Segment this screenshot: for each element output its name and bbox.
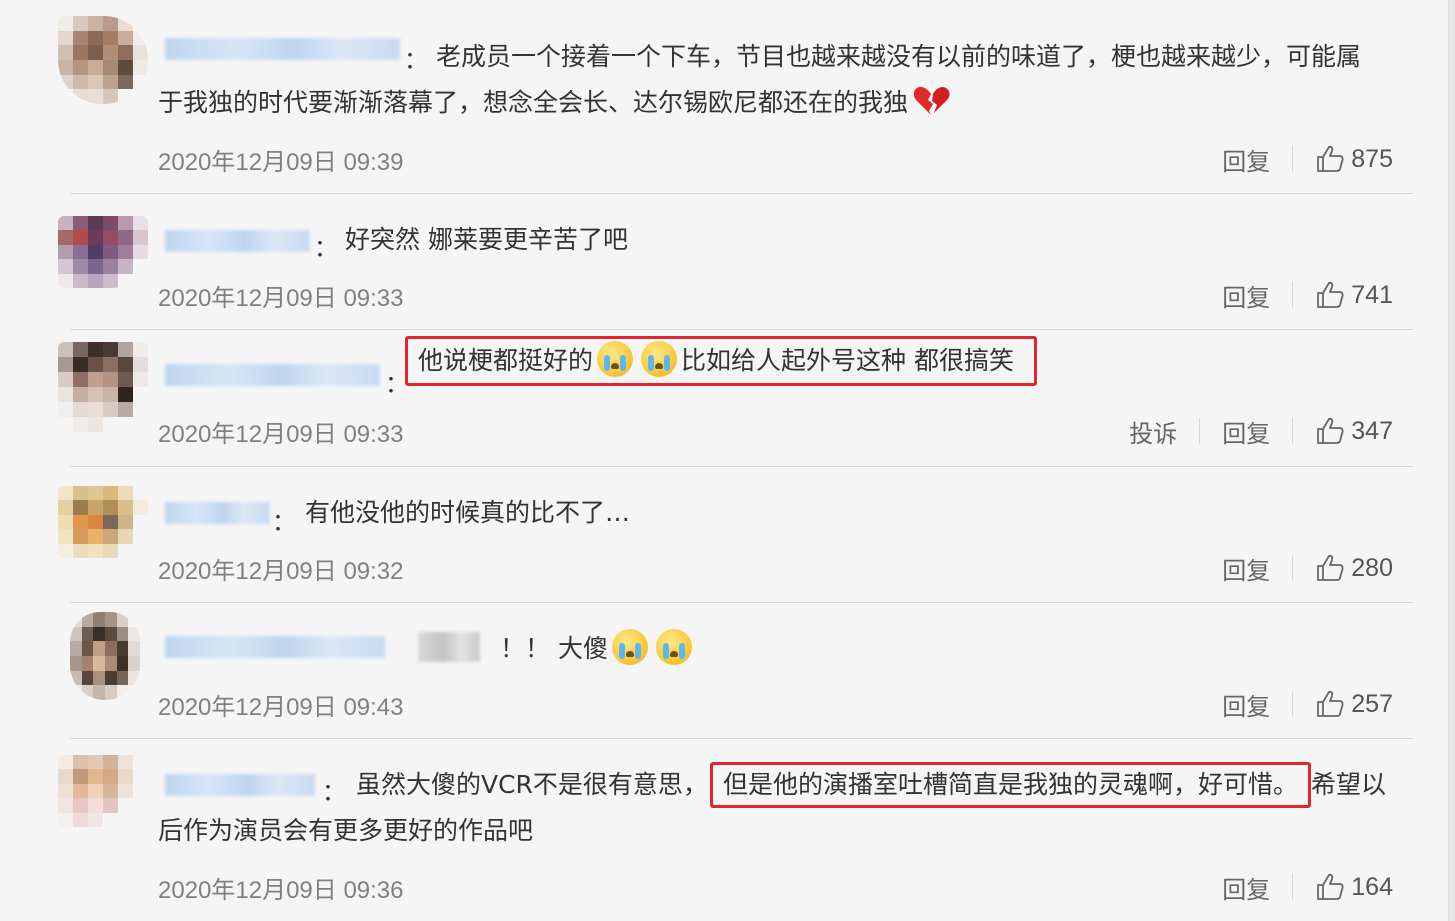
like-count: 347: [1351, 416, 1393, 445]
reply-button[interactable]: 回复: [1222, 687, 1270, 722]
username[interactable]: [165, 230, 310, 252]
colon: ：: [314, 234, 338, 262]
divider: [1292, 146, 1294, 172]
comment-text: ！！ 大傻: [500, 626, 1411, 672]
divider: [1292, 691, 1294, 717]
like-button[interactable]: 164: [1315, 872, 1393, 902]
thumbs-up-icon: [1317, 873, 1344, 900]
comment-text-line1: 老成员一个接着一个下车，节目也越来越没有以前的味道了，梗也越来越少，可能属: [436, 42, 1362, 71]
like-count: 741: [1351, 280, 1393, 309]
reply-button[interactable]: 回复: [1222, 278, 1270, 313]
username[interactable]: [165, 364, 380, 386]
comment-text: 有他没他的时候真的比不了…: [305, 498, 631, 527]
comment-time: 2020年12月09日 09:32: [158, 558, 404, 585]
avatar[interactable]: [58, 342, 148, 432]
divider: [1292, 418, 1294, 444]
comment-divider: [70, 329, 1413, 330]
comment-text: 他说梗都挺好的 比如给人起外号这种 都很搞笑: [405, 336, 1411, 386]
crying-face-icon: [597, 341, 634, 377]
comment-text-body: ！！ 大傻: [500, 634, 608, 663]
crying-face-icon: [641, 341, 678, 377]
avatar[interactable]: [58, 486, 148, 558]
comment-divider: [70, 193, 1413, 194]
comment-text-line2: 后作为演员会有更多更好的作品吧: [158, 816, 534, 845]
thumbs-up-icon: [1317, 690, 1344, 717]
highlight-box: 他说梗都挺好的 比如给人起外号这种 都很搞笑: [405, 336, 1037, 386]
divider: [1292, 874, 1294, 900]
comment-time: 2020年12月09日 09:33: [158, 285, 404, 312]
like-count: 257: [1351, 689, 1393, 718]
comment-time: 2020年12月09日 09:36: [158, 877, 404, 904]
like-count: 164: [1351, 872, 1393, 901]
like-button[interactable]: 257: [1315, 689, 1393, 719]
comment-actions: 投诉 回复 347: [1129, 414, 1393, 448]
comment-actions: 回复 741: [1222, 278, 1393, 312]
reply-button[interactable]: 回复: [1222, 142, 1270, 177]
avatar[interactable]: [58, 16, 148, 104]
broken-heart-icon: [912, 85, 950, 117]
highlight-box: 但是他的演播室吐槽简直是我独的灵魂啊，好可惜。: [709, 762, 1311, 808]
avatar[interactable]: [58, 216, 148, 288]
comment-actions: 回复 280: [1222, 551, 1393, 585]
comment-text-line2: 于我独的时代要渐渐落幕了，想念全会长、达尔锡欧尼都还在的我独: [158, 80, 1411, 126]
colon: ：: [272, 508, 296, 536]
scrollbar-track[interactable]: [1448, 0, 1455, 921]
comment-divider: [70, 738, 1413, 739]
crying-face-icon: [655, 629, 692, 665]
divider: [1199, 418, 1201, 444]
report-button[interactable]: 投诉: [1129, 414, 1177, 449]
comment-text: 好突然 娜莱要更辛苦了吧: [345, 225, 628, 254]
comment-text-line2-text: 于我独的时代要渐渐落幕了，想念全会长、达尔锡欧尼都还在的我独: [158, 88, 909, 117]
comment-divider: [70, 602, 1413, 603]
reply-button[interactable]: 回复: [1222, 870, 1270, 905]
comment-text: 虽然大傻的VCR不是很有意思， 但是他的演播室吐槽简直是我独的灵魂啊，好可惜。 希望…: [158, 762, 1415, 854]
comment-text-part-a: 他说梗都挺好的: [418, 346, 594, 375]
comment-time: 2020年12月09日 09:39: [158, 149, 404, 176]
avatar[interactable]: [58, 755, 148, 827]
username[interactable]: [165, 636, 385, 658]
comment-time: 2020年12月09日 09:33: [158, 421, 404, 448]
comment-text-part-b: 比如给人起外号这种 都很搞笑: [681, 346, 1014, 375]
like-button[interactable]: 741: [1315, 280, 1393, 310]
like-button[interactable]: 347: [1315, 416, 1393, 446]
reply-button[interactable]: 回复: [1222, 551, 1270, 586]
username[interactable]: [165, 502, 270, 524]
comment-text-pre: 虽然大傻的VCR不是很有意思，: [356, 770, 708, 799]
comment-divider: [70, 466, 1413, 467]
comment-time: 2020年12月09日 09:43: [158, 694, 404, 721]
thumbs-up-icon: [1317, 281, 1344, 308]
avatar[interactable]: [70, 612, 140, 700]
divider: [1292, 555, 1294, 581]
divider: [1292, 282, 1294, 308]
comment-text-post: 希望以: [1310, 770, 1386, 799]
like-button[interactable]: 280: [1315, 553, 1393, 583]
thumbs-up-icon: [1317, 145, 1344, 172]
reply-button[interactable]: 回复: [1222, 414, 1270, 449]
crying-face-icon: [611, 629, 648, 665]
username-suffix[interactable]: [418, 632, 480, 662]
like-button[interactable]: 875: [1315, 144, 1393, 174]
comment-actions: 回复 257: [1222, 687, 1393, 721]
like-count: 875: [1351, 144, 1393, 173]
thumbs-up-icon: [1317, 554, 1344, 581]
comment-text: 老成员一个接着一个下车，节目也越来越没有以前的味道了，梗也越来越少，可能属 于我…: [158, 34, 1411, 126]
comment-text-line1: 虽然大傻的VCR不是很有意思， 但是他的演播室吐槽简直是我独的灵魂啊，好可惜。 希望…: [158, 762, 1415, 808]
like-count: 280: [1351, 553, 1393, 582]
comment-actions: 回复 875: [1222, 142, 1393, 176]
comment-actions: 回复 164: [1222, 870, 1393, 904]
thumbs-up-icon: [1317, 417, 1344, 444]
